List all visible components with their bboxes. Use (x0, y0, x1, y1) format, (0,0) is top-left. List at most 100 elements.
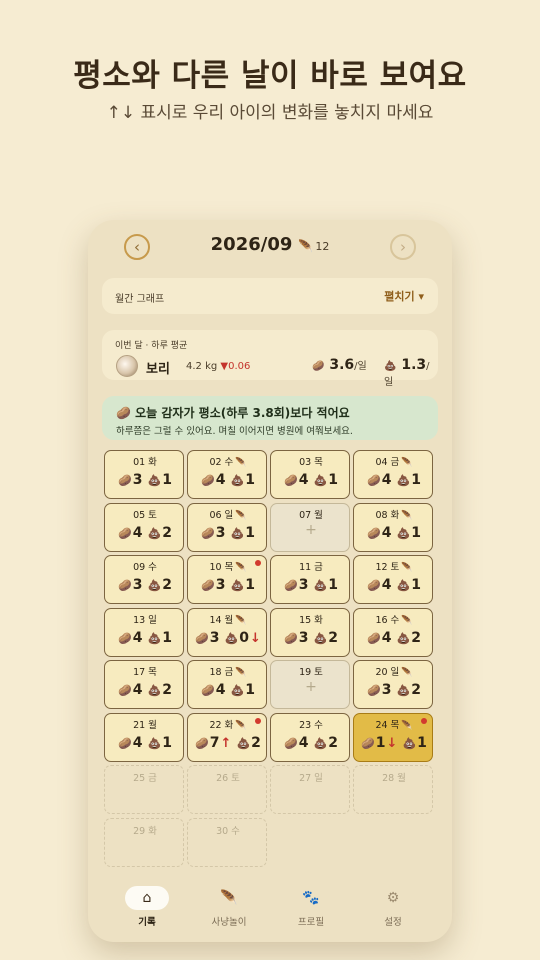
poop-icon: 💩 (396, 631, 411, 645)
potato-count: 4 (298, 734, 309, 751)
poop-count: 2 (251, 734, 261, 751)
monthly-graph-card[interactable]: 월간 그래프 펼치기 ▾ (102, 278, 438, 314)
poop-icon: 💩 (230, 684, 245, 697)
day-date: 01 화 (105, 454, 185, 468)
day-cell[interactable]: 02 수 🪶 🥔4 💩1 (187, 450, 267, 499)
day-cell[interactable]: 21 월 🥔4 💩1 (104, 712, 184, 762)
day-cell[interactable]: 24 목 🪶 🥔1↓ 💩1 (353, 712, 433, 762)
tab-paw[interactable]: 🐾 프로필 (270, 886, 352, 938)
feather-icon: 🪶 (401, 563, 413, 573)
day-date: 05 토 (105, 507, 185, 521)
day-cell[interactable]: 04 금 🪶 🥔4 💩1 (353, 450, 433, 499)
poop-count: 1 (245, 577, 255, 593)
day-cell[interactable]: 15 화 🥔3 💩2 (270, 607, 351, 657)
poop-count: 2 (162, 577, 172, 593)
poop-icon: 💩 (396, 526, 411, 540)
poop-icon: 💩 (313, 474, 328, 487)
poop-count: 1 (245, 472, 255, 488)
average-title: 이번 달 · 하루 평균 (115, 341, 188, 351)
day-stats: 🥔3 💩1 (271, 577, 351, 593)
day-cell[interactable]: 19 토 + (270, 660, 350, 709)
potato-icon: 🥔 (201, 684, 215, 697)
poop-icon: 💩 (230, 526, 245, 540)
feather-icon: 🪶 (401, 458, 413, 468)
tab-gear[interactable]: ⚙ 설정 (352, 886, 434, 938)
feather-icon: 🪶 (235, 458, 247, 468)
expand-toggle[interactable]: 펼치기 ▾ (384, 288, 424, 304)
chevron-right-icon[interactable]: › (390, 234, 416, 260)
poop-count: 2 (411, 629, 421, 646)
day-cell[interactable]: 08 화 🪶 🥔4 💩1 (353, 502, 434, 552)
day-cell[interactable]: 14 월 🪶 🥔3 💩0↓ (187, 607, 268, 657)
feather-icon: 🪶 (401, 720, 413, 731)
avatar (116, 355, 138, 377)
day-cell[interactable]: 01 화 🥔3 💩1 (104, 450, 184, 499)
feather-count: 12 (315, 240, 330, 253)
day-cell[interactable]: 12 토 🪶 🥔4 💩1 (353, 555, 433, 604)
day-cell[interactable]: 18 금 🪶 🥔4 💩1 (187, 660, 267, 709)
day-date: 14 월 🪶 (188, 612, 268, 626)
day-date-label: 10 목 (209, 562, 234, 573)
poop-icon: 💩 (313, 579, 328, 592)
day-date: 08 화 🪶 (354, 507, 434, 521)
potato-count: 3 (209, 629, 220, 646)
weight-delta: ▼0.06 (220, 361, 251, 372)
day-cell[interactable]: 22 화 🪶 🥔7↑ 💩2 (187, 712, 267, 762)
potato-count: 4 (132, 734, 143, 751)
day-cell[interactable]: 07 월 + (270, 502, 351, 552)
day-stats: 🥔4 💩1 (105, 630, 185, 646)
day-date-label: 15 화 (299, 614, 323, 626)
poop-count: 1 (328, 472, 338, 488)
potato-icon: 🥔 (312, 361, 325, 372)
tab-label: 설정 (384, 917, 402, 928)
day-cell[interactable]: 11 금 🥔3 💩1 (270, 555, 350, 604)
day-date-label: 07 월 (299, 509, 323, 521)
day-date: 13 일 (105, 612, 185, 626)
add-icon[interactable]: + (271, 679, 351, 695)
day-date-label: 19 토 (299, 667, 323, 678)
day-cell[interactable]: 10 목 🪶 🥔3 💩1 (187, 555, 267, 604)
arrow-down-icon: ↓ (250, 630, 261, 646)
day-date-label: 02 수 (209, 457, 234, 468)
day-stats: 🥔3 💩1 (105, 472, 185, 488)
poop-count: 1 (411, 577, 421, 593)
feather-icon: 🪶 (235, 510, 247, 521)
day-stats: 🥔4 💩2 (354, 630, 434, 646)
tab-home[interactable]: ⌂ 기록 (106, 886, 188, 938)
potato-count: 4 (381, 472, 392, 488)
day-date: 15 화 (271, 612, 351, 626)
day-cell[interactable]: 16 수 🪶 🥔4 💩2 (353, 607, 434, 657)
day-cell[interactable]: 17 목 🥔4 💩2 (104, 660, 184, 709)
day-date-label: 20 일 (375, 667, 400, 678)
potato-count: 4 (381, 524, 392, 541)
day-cell[interactable]: 20 일 🪶 🥔3 💩2 (353, 660, 433, 709)
day-cell[interactable]: 23 수 🥔4 💩2 (270, 712, 351, 762)
day-cell[interactable]: 05 토 🥔4 💩2 (104, 502, 185, 552)
day-cell[interactable]: 13 일 🥔4 💩1 (104, 607, 185, 657)
day-date: 23 수 (271, 717, 351, 731)
today-alert-card: 🥔 오늘 감자가 평소(하루 3.8회)보다 적어요 하루쯤은 그럴 수 있어요… (102, 396, 438, 440)
day-cell: 30 수 (187, 817, 267, 867)
gear-icon: ⚙ (386, 890, 400, 906)
potato-icon: 🥔 (118, 579, 132, 592)
day-date: 18 금 🪶 (188, 664, 268, 678)
day-date: 12 토 🪶 (354, 559, 434, 573)
poop-icon: 💩 (384, 361, 397, 372)
add-icon[interactable]: + (271, 522, 351, 538)
tab-feather[interactable]: 🪶 사냥놀이 (188, 886, 270, 938)
potato-icon: 🥔 (284, 579, 298, 592)
day-date-label: 09 수 (133, 562, 157, 573)
feather-icon: 🪶 (401, 615, 413, 626)
poop-icon: 💩 (147, 736, 162, 750)
day-stats: 🥔4 💩2 (271, 735, 351, 751)
poop-icon: 💩 (402, 736, 417, 750)
day-cell[interactable]: 03 목 🥔4 💩1 (270, 450, 350, 499)
poop-count: 1 (328, 577, 338, 593)
day-cell[interactable]: 09 수 🥔3 💩2 (104, 555, 184, 604)
potato-average-value: 3.6 (329, 357, 355, 373)
day-cell: 28 월 (353, 765, 433, 814)
day-date-label: 24 목 (375, 719, 400, 731)
day-date-label: 30 수 (216, 825, 240, 837)
day-stats: 🥔3 💩2 (105, 577, 185, 593)
day-cell[interactable]: 06 일 🪶 🥔3 💩1 (187, 502, 267, 552)
